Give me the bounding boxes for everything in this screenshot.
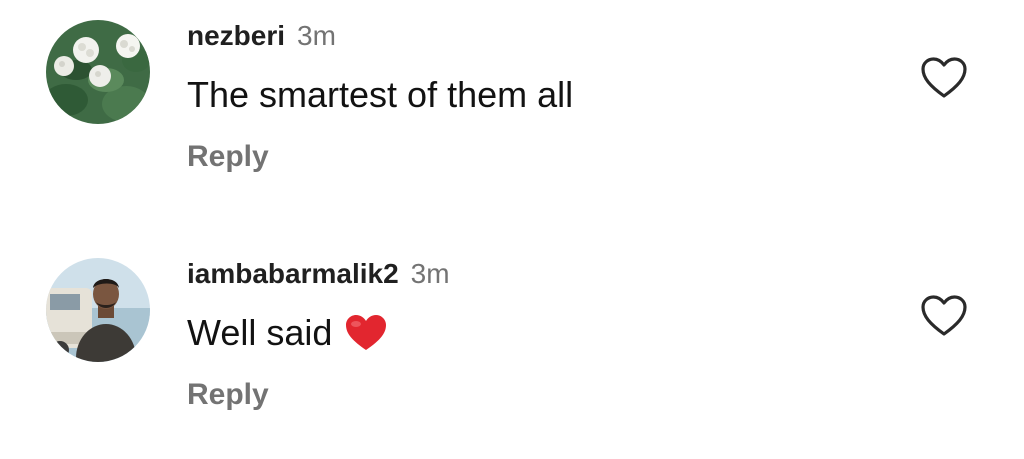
red-heart-emoji-icon — [344, 313, 388, 353]
heart-outline-icon — [921, 295, 967, 336]
comment-text: The smartest of them all — [187, 74, 573, 116]
man-by-car-icon — [46, 258, 150, 362]
comment-item: nezberi 3m The smartest of them all Reply — [0, 0, 1024, 200]
comment-username[interactable]: nezberi 3m — [187, 20, 336, 52]
hydrangea-flowers-icon — [46, 20, 150, 124]
username-text[interactable]: iambabarmalik2 — [187, 258, 399, 289]
comment-username[interactable]: iambabarmalik2 3m — [187, 258, 450, 290]
like-button[interactable] — [920, 294, 968, 338]
comment-item: iambabarmalik2 3m Well said Reply — [0, 238, 1024, 438]
comment-body: Well said — [187, 312, 333, 353]
avatar[interactable] — [46, 258, 150, 362]
comment-time: 3m — [297, 20, 336, 51]
comment-text: Well said — [187, 312, 388, 354]
avatar[interactable] — [46, 20, 150, 124]
comment-body: The smartest of them all — [187, 74, 574, 115]
heart-outline-icon — [921, 57, 967, 98]
reply-button[interactable]: Reply — [187, 378, 269, 412]
username-text[interactable]: nezberi — [187, 20, 285, 51]
reply-button[interactable]: Reply — [187, 140, 269, 174]
like-button[interactable] — [920, 56, 968, 100]
comment-time: 3m — [410, 258, 450, 289]
